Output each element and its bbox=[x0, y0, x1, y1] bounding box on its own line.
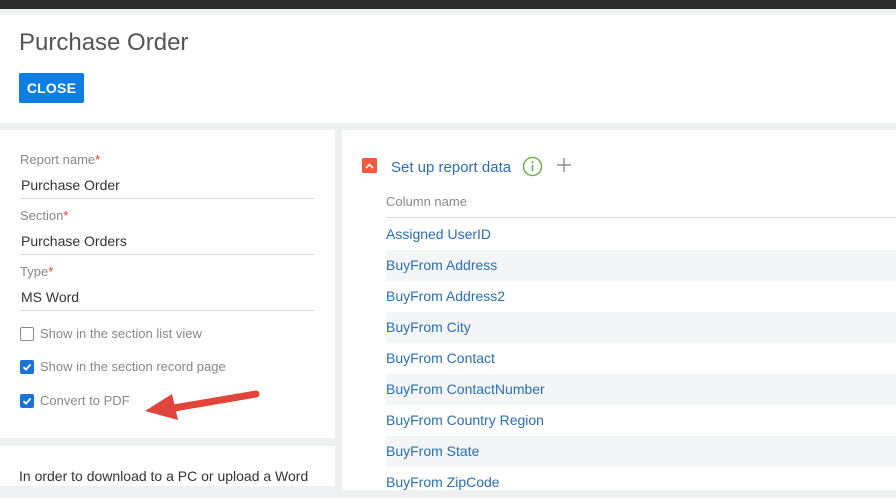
show-in-list-view-row[interactable]: Show in the section list view bbox=[20, 326, 202, 341]
page-title: Purchase Order bbox=[19, 29, 189, 56]
info-panel: In order to download to a PC or upload a… bbox=[0, 446, 335, 486]
top-bar bbox=[0, 0, 896, 9]
report-name-label: Report name bbox=[20, 152, 96, 167]
column-name-header: Column name bbox=[386, 194, 467, 209]
info-icon[interactable] bbox=[522, 156, 543, 177]
close-button[interactable]: CLOSE bbox=[19, 73, 84, 103]
info-text: In order to download to a PC or upload a… bbox=[19, 468, 309, 484]
list-item[interactable]: Assigned UserID bbox=[386, 219, 896, 250]
list-item[interactable]: BuyFrom Address bbox=[386, 250, 896, 281]
section-label: Section bbox=[20, 208, 64, 223]
type-field[interactable]: Type* MS Word bbox=[20, 264, 314, 311]
annotation-arrow bbox=[145, 390, 260, 420]
required-mark: * bbox=[63, 208, 69, 223]
type-input[interactable]: MS Word bbox=[20, 289, 314, 311]
columns-list: Assigned UserID BuyFrom Address BuyFrom … bbox=[386, 219, 896, 498]
convert-to-pdf-checkbox[interactable] bbox=[20, 393, 34, 408]
type-label: Type bbox=[20, 264, 49, 279]
plus-icon[interactable] bbox=[556, 157, 572, 173]
show-in-list-view-label: Show in the section list view bbox=[40, 326, 202, 341]
required-mark: * bbox=[48, 264, 54, 279]
report-name-input[interactable]: Purchase Order bbox=[20, 177, 314, 199]
convert-to-pdf-row[interactable]: Convert to PDF bbox=[20, 393, 130, 408]
divider bbox=[386, 217, 896, 218]
chevron-up-icon bbox=[365, 162, 374, 169]
section-title[interactable]: Set up report data bbox=[391, 159, 511, 176]
list-item[interactable]: BuyFrom State bbox=[386, 436, 896, 467]
check-icon bbox=[22, 397, 32, 405]
report-name-field[interactable]: Report name* Purchase Order bbox=[20, 152, 314, 199]
show-in-list-view-checkbox[interactable] bbox=[20, 326, 34, 341]
section-field[interactable]: Section* Purchase Orders bbox=[20, 208, 314, 255]
section-input[interactable]: Purchase Orders bbox=[20, 233, 314, 255]
report-data-panel: Set up report data Column name Assigned … bbox=[342, 130, 896, 490]
list-item[interactable]: BuyFrom City bbox=[386, 312, 896, 343]
list-item[interactable]: BuyFrom Address2 bbox=[386, 281, 896, 312]
list-item[interactable]: BuyFrom Contact bbox=[386, 343, 896, 374]
show-in-record-page-row[interactable]: Show in the section record page bbox=[20, 359, 226, 374]
required-mark: * bbox=[95, 152, 101, 167]
list-item[interactable]: BuyFrom Country Region bbox=[386, 405, 896, 436]
check-icon bbox=[22, 363, 32, 371]
list-item[interactable]: BuyFrom ContactNumber bbox=[386, 374, 896, 405]
page-header: Purchase Order CLOSE bbox=[0, 15, 896, 123]
show-in-record-page-checkbox[interactable] bbox=[20, 359, 34, 374]
convert-to-pdf-label: Convert to PDF bbox=[40, 393, 130, 408]
collapse-icon[interactable] bbox=[362, 158, 377, 173]
show-in-record-page-label: Show in the section record page bbox=[40, 359, 226, 374]
